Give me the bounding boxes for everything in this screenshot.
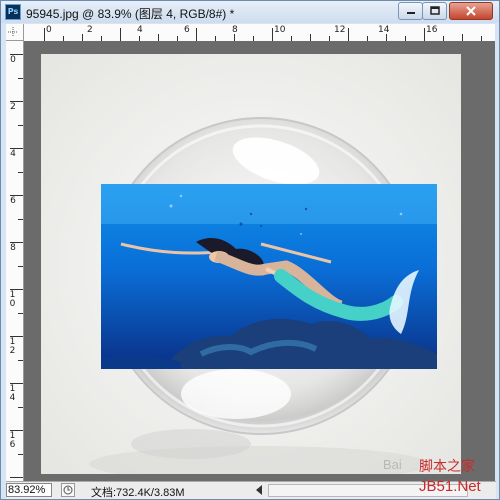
document-profile-icon <box>63 485 73 495</box>
ruler-label: 6 <box>10 196 16 206</box>
vertical-ruler[interactable]: 0 2 4 6 8 10 12 14 16 <box>6 41 24 481</box>
document-window: Ps 95945.jpg @ 83.9% (图层 4, RGB/8#) * 0 <box>0 0 500 500</box>
close-icon <box>466 6 476 16</box>
ruler-origin-icon <box>8 27 18 37</box>
watermark-line1: 脚本之家 <box>419 458 475 475</box>
document-profile-button[interactable] <box>61 483 75 497</box>
ruler-label: 10 <box>274 25 286 35</box>
ruler-label: 4 <box>10 149 16 159</box>
ruler-label: 4 <box>137 25 143 35</box>
ruler-label: 16 <box>9 431 16 450</box>
ruler-label: 0 <box>10 55 16 65</box>
status-menu-arrow-icon[interactable] <box>256 485 262 495</box>
photoshop-app-icon: Ps <box>5 4 21 20</box>
ruler-label: 16 <box>426 25 438 35</box>
ruler-label: 2 <box>87 25 93 35</box>
canvas-area[interactable] <box>24 41 495 481</box>
document-size-info: 文档:732.4K/3.83M <box>91 487 185 499</box>
watermark-logo: Bai 脚本之家 JB51.Net <box>383 457 482 495</box>
mermaid-underwater-image <box>101 184 437 369</box>
maximize-icon <box>429 6 440 15</box>
ruler-label: 8 <box>232 25 238 35</box>
zoom-level-field[interactable]: 83.92% <box>6 483 52 497</box>
ruler-label: 10 <box>9 290 16 309</box>
baidu-watermark-text: Bai <box>383 457 402 472</box>
minimize-button[interactable] <box>398 2 423 20</box>
ruler-label: 8 <box>10 243 16 253</box>
watermark-line2: JB51.Net <box>419 478 482 495</box>
horizontal-ruler[interactable]: 0 2 4 6 8 10 12 14 16 <box>24 24 495 42</box>
ruler-label: 14 <box>9 384 16 403</box>
ruler-label: 0 <box>46 25 52 35</box>
document-canvas[interactable] <box>41 54 461 474</box>
ruler-label: 6 <box>184 25 190 35</box>
ruler-label: 12 <box>9 337 16 356</box>
window-title: 95945.jpg @ 83.9% (图层 4, RGB/8#) * <box>26 7 235 21</box>
maximize-button[interactable] <box>422 2 447 20</box>
ruler-label: 2 <box>10 102 16 112</box>
close-button[interactable] <box>449 2 493 20</box>
mermaid-photo-layer <box>101 184 437 369</box>
minimize-icon <box>406 12 415 14</box>
ruler-label: 12 <box>334 25 346 35</box>
title-bar[interactable]: Ps 95945.jpg @ 83.9% (图层 4, RGB/8#) * <box>1 1 499 23</box>
ruler-origin[interactable] <box>6 24 24 41</box>
watermark: Bai 脚本之家 JB51.Net <box>379 453 499 495</box>
ruler-label: 14 <box>378 25 390 35</box>
horizontal-ruler-ticks <box>44 28 482 41</box>
